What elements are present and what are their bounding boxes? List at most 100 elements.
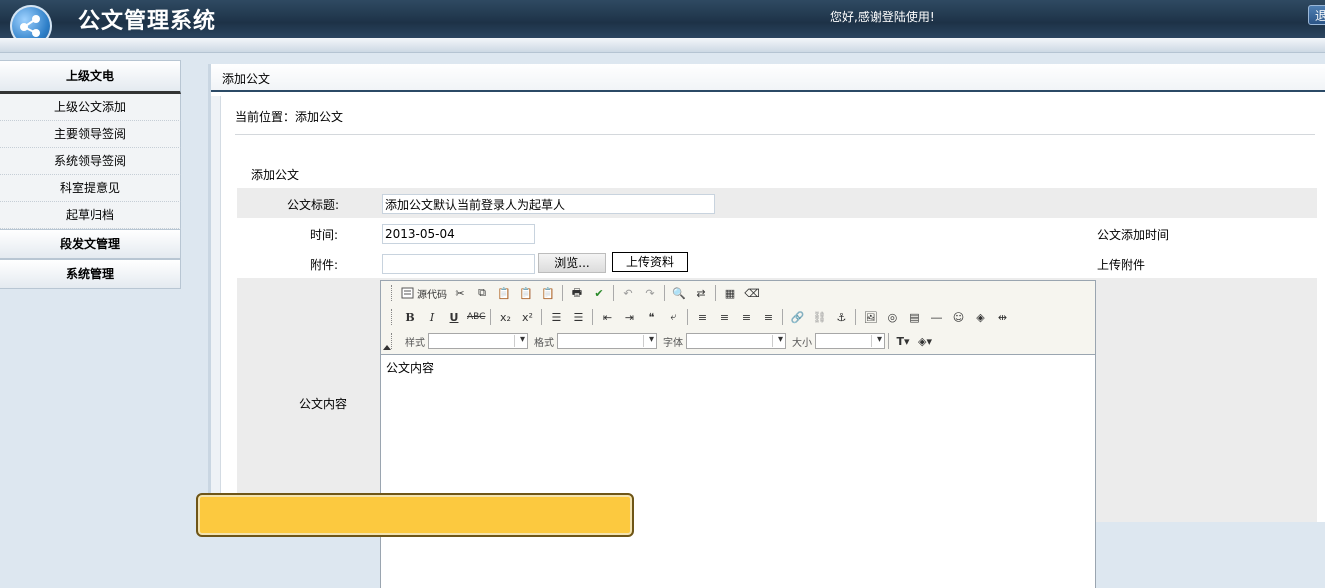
- strikethrough-icon[interactable]: ABC: [467, 308, 485, 326]
- table-icon[interactable]: ▤: [905, 308, 923, 326]
- panel-title: 添加公文: [211, 64, 1325, 92]
- breadcrumb: 当前位置：添加公文: [235, 110, 344, 124]
- style-select[interactable]: [428, 333, 528, 349]
- replace-icon[interactable]: ⇄: [692, 284, 710, 302]
- attachment-label: 附件:: [310, 258, 339, 272]
- image-icon[interactable]: 🖼: [861, 308, 879, 326]
- paste-text-icon[interactable]: 📋: [517, 284, 535, 302]
- copy-icon[interactable]: ⧉: [473, 284, 491, 302]
- underline-icon[interactable]: U: [445, 308, 463, 326]
- toolbar-separator: [541, 309, 543, 325]
- toolbar-separator: [490, 309, 492, 325]
- sidebar-section-dispatch[interactable]: 段发文管理: [0, 229, 181, 259]
- remove-format-icon[interactable]: ⌫: [743, 284, 761, 302]
- sidebar-item-draft-archive[interactable]: 起草归档: [0, 202, 181, 229]
- italic-icon[interactable]: I: [423, 308, 441, 326]
- browse-button[interactable]: 浏览...: [538, 253, 606, 273]
- attachment-row: 附件: 浏览... 上传资料 上传附件: [237, 248, 1317, 278]
- toolbar-collapse-icon[interactable]: [383, 345, 391, 350]
- justify-icon[interactable]: ≡: [759, 308, 777, 326]
- time-hint: 公文添加时间: [1097, 228, 1170, 242]
- title-row: 公文标题:: [237, 188, 1317, 218]
- time-label: 时间:: [310, 228, 339, 242]
- sidebar-section-system[interactable]: 系统管理: [0, 259, 181, 289]
- align-left-icon[interactable]: ≡: [693, 308, 711, 326]
- welcome-text: 您好,感谢登陆使用!: [830, 10, 935, 24]
- header-band: [0, 38, 1325, 53]
- toolbar-separator: [687, 309, 689, 325]
- align-center-icon[interactable]: ≡: [715, 308, 733, 326]
- font-label: 字体: [663, 337, 683, 349]
- redo-icon[interactable]: ↷: [641, 284, 659, 302]
- paste-word-icon[interactable]: 📋: [539, 284, 557, 302]
- sidebar-item-system-leader-review[interactable]: 系统领导签阅: [0, 148, 181, 175]
- background-color-icon[interactable]: ◈▾: [916, 332, 934, 350]
- select-all-icon[interactable]: ▦: [721, 284, 739, 302]
- time-input[interactable]: [382, 224, 535, 244]
- paste-icon[interactable]: 📋: [495, 284, 513, 302]
- rich-text-editor: 源代码 ✂ ⧉ 📋 📋 📋 🖶 ✔ ↶ ↷ 🔍 ⇄ ▦ ⌫ B I U ABC …: [380, 280, 1096, 588]
- align-right-icon[interactable]: ≡: [737, 308, 755, 326]
- bold-icon[interactable]: B: [401, 308, 419, 326]
- toolbar-separator: [592, 309, 594, 325]
- editor-toolbar-row-1: 源代码 ✂ ⧉ 📋 📋 📋 🖶 ✔ ↶ ↷ 🔍 ⇄ ▦ ⌫: [381, 281, 1095, 305]
- subscript-icon[interactable]: x₂: [496, 308, 514, 326]
- sidebar-item-add-superior-doc[interactable]: 上级公文添加: [0, 94, 181, 121]
- toolbar-separator: [613, 285, 614, 301]
- text-color-icon[interactable]: T▾: [894, 332, 912, 350]
- content-label: 公文内容: [299, 397, 348, 411]
- undo-icon[interactable]: ↶: [619, 284, 637, 302]
- font-select[interactable]: [686, 333, 786, 349]
- title-label: 公文标题:: [287, 198, 340, 212]
- source-code-button[interactable]: 源代码: [401, 284, 447, 302]
- sidebar-item-section-opinion[interactable]: 科室提意见: [0, 175, 181, 202]
- top-header: 公文管理系统 您好,感谢登陆使用! 退: [0, 0, 1325, 47]
- format-select[interactable]: [557, 333, 657, 349]
- bulleted-list-icon[interactable]: ☰: [569, 308, 587, 326]
- time-row: 时间: 公文添加时间: [237, 218, 1317, 248]
- page-break-icon[interactable]: ⇹: [993, 308, 1011, 326]
- editor-toolbar-row-3: 样式 格式 字体 大小 T▾ ◈▾: [381, 329, 1095, 353]
- source-code-label: 源代码: [417, 289, 447, 301]
- toolbar-separator: [715, 285, 716, 301]
- toolbar-grip: [391, 333, 395, 349]
- toolbar-separator: [855, 309, 857, 325]
- flash-icon[interactable]: ◎: [883, 308, 901, 326]
- divider: [235, 134, 1315, 135]
- title-input[interactable]: [382, 194, 715, 214]
- attachment-path-input[interactable]: [382, 254, 535, 274]
- overlay-caption-box: [196, 493, 634, 537]
- anchor-icon[interactable]: ⚓: [832, 308, 850, 326]
- toolbar-separator: [562, 285, 563, 301]
- unlink-icon[interactable]: ⛓: [810, 308, 828, 326]
- blockquote-icon[interactable]: ❝: [642, 308, 660, 326]
- toolbar-separator: [782, 309, 784, 325]
- horizontal-rule-icon[interactable]: ―: [927, 308, 945, 326]
- panel-left-rail: [211, 96, 221, 526]
- editor-toolbar-row-2: B I U ABC x₂ x² ☰ ☰ ⇤ ⇥ ❝ ⤶ ≡ ≡ ≡ ≡ 🔗 ⛓ …: [381, 305, 1095, 329]
- size-label: 大小: [792, 337, 812, 349]
- print-icon[interactable]: 🖶: [568, 284, 586, 302]
- exit-button[interactable]: 退: [1308, 5, 1325, 25]
- indent-icon[interactable]: ⇥: [620, 308, 638, 326]
- superscript-icon[interactable]: x²: [518, 308, 536, 326]
- upload-button[interactable]: 上传资料: [612, 252, 688, 272]
- sidebar-item-main-leader-review[interactable]: 主要领导签阅: [0, 121, 181, 148]
- size-select[interactable]: [815, 333, 885, 349]
- find-icon[interactable]: 🔍: [670, 284, 688, 302]
- numbered-list-icon[interactable]: ☰: [547, 308, 565, 326]
- editor-content-area[interactable]: 公文内容: [381, 354, 1095, 588]
- app-title: 公文管理系统: [78, 9, 217, 34]
- div-container-icon[interactable]: ⤶: [664, 308, 682, 326]
- toolbar-grip: [391, 309, 395, 325]
- special-char-icon[interactable]: ◈: [971, 308, 989, 326]
- smiley-icon[interactable]: ☺: [949, 308, 967, 326]
- form-title: 添加公文: [251, 168, 300, 182]
- spellcheck-icon[interactable]: ✔: [590, 284, 608, 302]
- sidebar: 上级文电 上级公文添加 主要领导签阅 系统领导签阅 科室提意见 起草归档 段发文…: [0, 60, 181, 289]
- toolbar-separator: [664, 285, 665, 301]
- link-icon[interactable]: 🔗: [788, 308, 806, 326]
- cut-icon[interactable]: ✂: [451, 284, 469, 302]
- sidebar-section-superior-docs[interactable]: 上级文电: [0, 60, 181, 94]
- outdent-icon[interactable]: ⇤: [598, 308, 616, 326]
